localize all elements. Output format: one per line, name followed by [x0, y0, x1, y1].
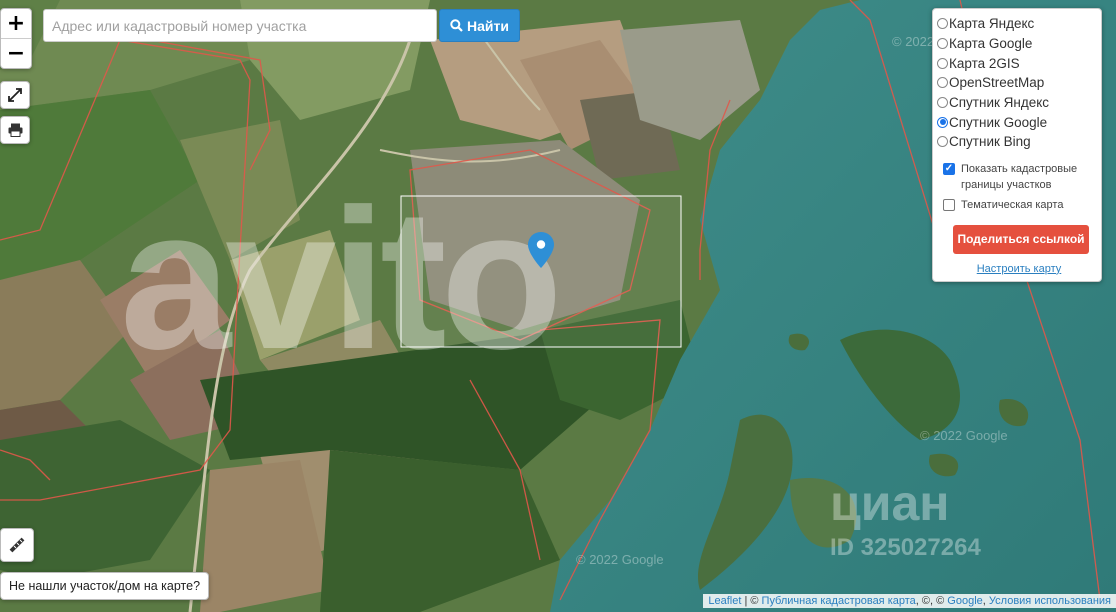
layer-label: Карта 2GIS [949, 55, 1020, 71]
checkbox-checked-icon[interactable]: ✓ [943, 162, 955, 175]
avito-watermark: avito [120, 168, 563, 391]
layer-google-satellite[interactable]: Спутник Google [937, 112, 1101, 132]
layer-label: Спутник Bing [949, 134, 1031, 150]
layer-openstreetmap[interactable]: OpenStreetMap [937, 73, 1101, 93]
search-button[interactable]: Найти [439, 9, 520, 42]
radio-selected-icon[interactable] [937, 116, 948, 128]
google-watermark: © 2022 Google [920, 428, 1008, 443]
radio-icon[interactable] [937, 136, 948, 148]
cadastral-label: Показать кадастровые границы участков [961, 162, 1078, 191]
expand-icon [8, 88, 22, 102]
thematic-option[interactable]: Тематическая карта [943, 197, 1101, 213]
terms-link[interactable]: Условия использования [989, 595, 1111, 607]
leaflet-link[interactable]: Leaflet [708, 595, 741, 607]
print-icon [8, 123, 22, 137]
radio-icon[interactable] [937, 77, 948, 89]
layer-google-map[interactable]: Карта Google [937, 34, 1101, 54]
print-button[interactable] [0, 116, 30, 144]
layer-2gis-map[interactable]: Карта 2GIS [937, 53, 1101, 73]
layer-yandex-map[interactable]: Карта Яндекс [937, 14, 1101, 34]
radio-icon[interactable] [937, 97, 948, 109]
layer-label: Карта Яндекс [949, 16, 1035, 32]
measure-button[interactable] [0, 528, 34, 562]
radio-icon[interactable] [937, 38, 948, 50]
not-found-button[interactable]: Не нашли участок/дом на карте? [0, 572, 210, 600]
radio-icon[interactable] [937, 57, 948, 69]
cadastral-map-link[interactable]: Публичная кадастровая карта [762, 595, 916, 607]
search-input[interactable] [43, 9, 437, 42]
radio-icon[interactable] [937, 18, 948, 30]
ruler-icon [9, 537, 25, 553]
location-pin-icon[interactable] [528, 232, 554, 268]
search-button-label: Найти [467, 17, 509, 34]
layer-label: Карта Google [949, 36, 1033, 52]
cian-id-watermark: ID 325027264 [830, 534, 981, 561]
map-attribution: Leaflet | © Публичная кадастровая карта,… [703, 594, 1116, 608]
layer-label: Спутник Яндекс [949, 95, 1050, 111]
layer-bing-satellite[interactable]: Спутник Bing [937, 132, 1101, 152]
zoom-control: + − [0, 8, 32, 69]
share-link-button[interactable]: Поделиться ссылкой [953, 224, 1089, 254]
checkbox-icon[interactable] [943, 198, 955, 211]
attribution-sep: ©, © [921, 595, 945, 607]
zoom-out-button[interactable]: − [1, 38, 31, 68]
google-link[interactable]: Google [947, 595, 982, 607]
google-watermark: © 2022 Google [576, 552, 664, 567]
thematic-label: Тематическая карта [961, 198, 1064, 211]
cian-watermark: циан [830, 475, 950, 531]
search-icon [450, 19, 463, 32]
configure-map-link[interactable]: Настроить карту [937, 263, 1101, 275]
layer-yandex-satellite[interactable]: Спутник Яндекс [937, 93, 1101, 113]
fullscreen-button[interactable] [0, 81, 30, 109]
cadastral-option[interactable]: ✓ Показать кадастровые границы участков [943, 161, 1101, 193]
layers-panel: Карта Яндекс Карта Google Карта 2GIS Ope… [932, 8, 1102, 282]
zoom-in-button[interactable]: + [1, 9, 31, 38]
layer-label: Спутник Google [949, 114, 1048, 130]
layer-label: OpenStreetMap [949, 75, 1045, 91]
